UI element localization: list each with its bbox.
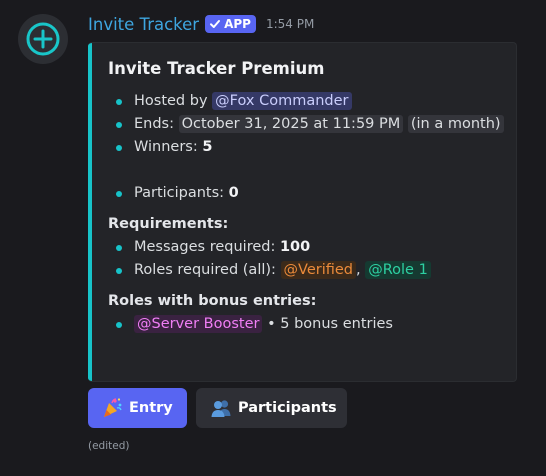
participants-label: Participants: [134,185,225,201]
embed-body: Invite Tracker Premium Hosted by @Fox Co… [108,57,504,336]
bot-avatar[interactable] [18,14,68,64]
list-item-messages-required: Messages required: 100 [108,236,504,259]
plus-circle-icon [26,22,60,56]
host-mention[interactable]: @Fox Commander [212,92,352,110]
requirements-heading: Requirements: [108,216,229,232]
list-item-participants: Participants: 0 [108,182,504,205]
participants-count: 0 [228,185,239,201]
giveaway-embed: Invite Tracker Premium Hosted by @Fox Co… [88,42,517,382]
list-item-bonus-role: @Server Booster • 5 bonus entries [108,313,504,336]
message-timestamp[interactable]: 1:54 PM [266,17,314,31]
role-mention-role-1[interactable]: @Role 1 [365,261,431,279]
embed-accent-bar [88,43,92,381]
list-item-hosted-by: Hosted by @Fox Commander [108,90,504,113]
role-mention-verified[interactable]: @Verified [280,261,356,279]
list-item-roles-required: Roles required (all): @Verified, @Role 1 [108,259,504,282]
messages-required-label: Messages required: [134,239,276,255]
app-badge: APP [205,15,256,33]
giveaway-info-list: Hosted by @Fox Commander Ends: October 3… [108,90,504,159]
ends-relative[interactable]: (in a month) [407,115,504,133]
bonus-entries-heading: Roles with bonus entries: [108,293,317,309]
winners-label: Winners: [134,139,198,155]
ends-date[interactable]: October 31, 2025 at 11:59 PM [178,115,404,133]
bonus-entries-text: • 5 bonus entries [267,316,393,332]
edited-label: (edited) [88,440,130,452]
list-item-ends: Ends: October 31, 2025 at 11:59 PM (in a… [108,113,504,136]
participants-list: Participants: 0 [108,182,504,205]
checkmark-icon [210,20,221,28]
entry-button-label: Entry [129,400,173,416]
hosted-by-label: Hosted by [134,93,208,109]
role-separator: , [356,262,361,278]
winners-count: 5 [202,139,213,155]
app-badge-label: APP [224,17,251,31]
bonus-entries-list: @Server Booster • 5 bonus entries [108,313,504,336]
requirements-list: Messages required: 100 Roles required (a… [108,236,504,282]
messages-required-count: 100 [279,239,311,255]
embed-title: Invite Tracker Premium [108,59,325,78]
roles-required-label: Roles required (all): [134,262,276,278]
participants-button[interactable]: Participants [196,388,347,428]
busts-in-silhouette-icon [211,400,231,417]
role-mention-server-booster[interactable]: @Server Booster [134,315,263,333]
entry-button[interactable]: Entry [88,388,187,428]
ends-label: Ends: [134,116,174,132]
party-popper-icon [104,398,122,417]
participants-button-label: Participants [238,400,337,416]
author-name[interactable]: Invite Tracker [88,15,199,34]
list-item-winners: Winners: 5 [108,136,504,159]
message-header: Invite Tracker APP 1:54 PM [88,12,314,36]
action-row: Entry Participants [88,388,347,428]
